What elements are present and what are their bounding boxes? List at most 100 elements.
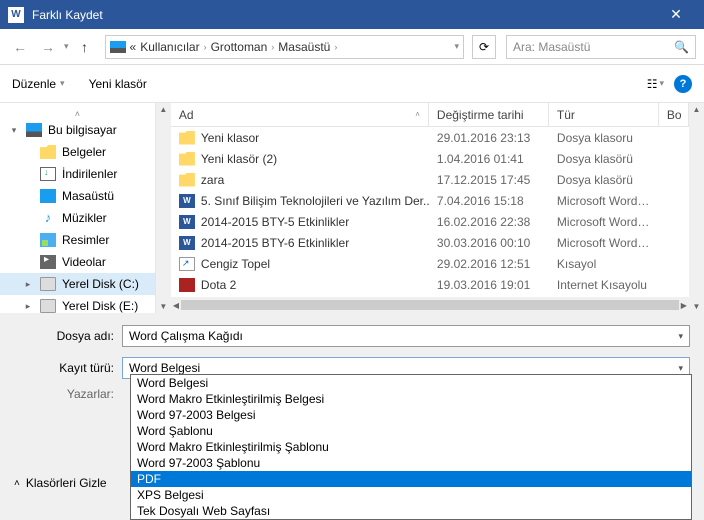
file-type: Internet Kısayolu xyxy=(549,278,659,292)
file-type: Microsoft Word B... xyxy=(549,236,659,250)
file-name: Yeni klasör (2) xyxy=(201,152,277,166)
column-header-date[interactable]: Değiştirme tarihi xyxy=(429,103,549,126)
file-date: 1.04.2016 01:41 xyxy=(429,152,549,166)
sidebar-item-label: Belgeler xyxy=(62,145,106,159)
word-icon: W xyxy=(179,215,195,229)
filetype-option[interactable]: Word 97-2003 Belgesi xyxy=(131,407,691,423)
main-content: ˄ ▾ Bu bilgisayar Belgeler İndirilenler Ma… xyxy=(0,103,704,313)
sidebar-scrollbar[interactable]: ▲ ▼ xyxy=(156,103,171,313)
filetype-option[interactable]: Word Makro Etkinleştirilmiş Şablonu xyxy=(131,439,691,455)
list-view-icon: ☷ xyxy=(647,77,658,91)
expand-icon[interactable]: ▾ xyxy=(8,125,20,136)
file-name: 2014-2015 BTY-5 Etkinlikler xyxy=(201,215,349,229)
sidebar-item[interactable]: Resimler xyxy=(0,229,155,251)
refresh-button[interactable]: ⟳ xyxy=(472,35,496,59)
help-button[interactable]: ? xyxy=(674,75,692,93)
file-row[interactable]: zara17.12.2015 17:45Dosya klasörü xyxy=(171,169,689,190)
sidebar-root-pc[interactable]: ▾ Bu bilgisayar xyxy=(0,119,155,141)
file-type: Dosya klasörü xyxy=(549,173,659,187)
horizontal-scrollbar[interactable]: ◀ ▶ xyxy=(171,297,689,313)
address-bar[interactable]: « Kullanıcılar › Grottoman › Masaüstü › … xyxy=(105,35,464,59)
chevron-down-icon[interactable]: ▾ xyxy=(678,331,683,342)
nav-history-dropdown[interactable]: ▾ xyxy=(64,41,69,52)
chevron-right-icon: › xyxy=(204,42,207,52)
sidebar-item[interactable]: ▸Yerel Disk (C:) xyxy=(0,273,155,295)
forward-button[interactable]: → xyxy=(36,35,60,59)
file-row[interactable]: Cengiz Topel 29.02.2016 12:51Kısayol xyxy=(171,253,689,274)
scroll-up-icon[interactable]: ˄ xyxy=(0,109,155,119)
sidebar-item-label: İndirilenler xyxy=(62,167,117,181)
column-headers: Ad˄ Değiştirme tarihi Tür Bo xyxy=(171,103,689,127)
organize-menu[interactable]: Düzenle ▾ xyxy=(12,77,65,91)
back-button[interactable]: ← xyxy=(8,35,32,59)
chevron-down-icon: ▾ xyxy=(659,78,664,89)
sidebar-item[interactable]: Belgeler xyxy=(0,141,155,163)
sidebar-item[interactable]: İndirilenler xyxy=(0,163,155,185)
scrollbar-thumb[interactable] xyxy=(181,300,679,310)
filetype-option[interactable]: PDF xyxy=(131,471,691,487)
filelist-scrollbar[interactable]: ▲ ▼ xyxy=(689,103,704,313)
address-dropdown[interactable]: ▾ xyxy=(454,41,459,52)
sidebar-item[interactable]: Videolar xyxy=(0,251,155,273)
chevron-right-icon: › xyxy=(271,42,274,52)
sidebar-item[interactable]: ♪Müzikler xyxy=(0,207,155,229)
filetype-label: Kayıt türü: xyxy=(14,361,122,375)
file-type: Kısayol xyxy=(549,257,659,271)
breadcrumb[interactable]: Grottoman xyxy=(211,40,268,54)
file-row[interactable]: Yeni klasor29.01.2016 23:13Dosya klasoru xyxy=(171,127,689,148)
scroll-down-icon[interactable]: ▼ xyxy=(693,302,701,311)
file-name: Yeni klasor xyxy=(201,131,259,145)
scroll-up-icon[interactable]: ▲ xyxy=(159,105,167,114)
expand-icon[interactable]: ▸ xyxy=(22,301,34,312)
desk-icon xyxy=(40,189,56,203)
link-icon xyxy=(179,257,195,271)
scroll-down-icon[interactable]: ▼ xyxy=(159,302,167,311)
file-row[interactable]: W2014-2015 BTY-5 Etkinlikler16.02.2016 2… xyxy=(171,211,689,232)
file-row[interactable]: Dota 219.03.2016 19:01Internet Kısayolu xyxy=(171,274,689,295)
new-folder-button[interactable]: Yeni klasör xyxy=(89,77,147,91)
sidebar-item-label: Müzikler xyxy=(62,211,107,225)
hide-folders-button[interactable]: ˄ Klasörleri Gizle xyxy=(14,476,107,490)
filetype-option[interactable]: Tek Dosyalı Web Sayfası xyxy=(131,503,691,519)
file-type: Microsoft Word B... xyxy=(549,215,659,229)
filetype-option[interactable]: Word Şablonu xyxy=(131,423,691,439)
file-date: 7.04.2016 15:18 xyxy=(429,194,549,208)
scroll-left-icon[interactable]: ◀ xyxy=(173,301,179,310)
authors-label: Yazarlar: xyxy=(14,387,122,401)
sidebar-item-label: Yerel Disk (E:) xyxy=(62,299,138,313)
file-list: Ad˄ Değiştirme tarihi Tür Bo Yeni klasor… xyxy=(171,103,689,313)
expand-icon[interactable]: ▸ xyxy=(22,279,34,290)
chevron-right-icon: › xyxy=(334,42,337,52)
file-date: 19.03.2016 19:01 xyxy=(429,278,549,292)
sidebar-item[interactable]: Masaüstü xyxy=(0,185,155,207)
up-button[interactable]: ↑ xyxy=(73,35,97,59)
filename-input[interactable]: Word Çalışma Kağıdı ▾ xyxy=(122,325,690,347)
view-mode-button[interactable]: ☷ ▾ xyxy=(647,77,664,91)
filename-label: Dosya adı: xyxy=(14,329,122,343)
column-header-name[interactable]: Ad˄ xyxy=(171,103,429,126)
file-row[interactable]: Yeni klasör (2) 1.04.2016 01:41Dosya klas… xyxy=(171,148,689,169)
file-name: Cengiz Topel xyxy=(201,257,270,271)
filetype-option[interactable]: XPS Belgesi xyxy=(131,487,691,503)
file-type: Dosya klasörü xyxy=(549,152,659,166)
chevron-down-icon[interactable]: ▾ xyxy=(678,363,683,374)
breadcrumb[interactable]: Masaüstü xyxy=(278,40,330,54)
file-name: 5. Sınıf Bilişim Teknolojileri ve Yazılı… xyxy=(201,194,429,208)
close-button[interactable]: ✕ xyxy=(656,0,696,29)
breadcrumb[interactable]: Kullanıcılar xyxy=(140,40,199,54)
breadcrumb-prefix: « xyxy=(130,40,137,54)
column-header-size[interactable]: Bo xyxy=(659,103,689,126)
column-header-type[interactable]: Tür xyxy=(549,103,659,126)
file-date: 29.02.2016 12:51 xyxy=(429,257,549,271)
scroll-right-icon[interactable]: ▶ xyxy=(681,301,687,310)
file-row[interactable]: W5. Sınıf Bilişim Teknolojileri ve Yazıl… xyxy=(171,190,689,211)
file-type: Dosya klasoru xyxy=(549,131,659,145)
search-input[interactable]: Ara: Masaüstü 🔍 xyxy=(506,35,696,59)
file-row[interactable]: W2014-2015 BTY-6 Etkinlikler30.03.2016 0… xyxy=(171,232,689,253)
filetype-option[interactable]: Word Makro Etkinleştirilmiş Belgesi xyxy=(131,391,691,407)
filetype-dropdown[interactable]: Word BelgesiWord Makro Etkinleştirilmiş … xyxy=(130,374,692,520)
scroll-up-icon[interactable]: ▲ xyxy=(693,105,701,114)
filetype-option[interactable]: Word 97-2003 Şablonu xyxy=(131,455,691,471)
sidebar-item[interactable]: ▸ Yerel Disk (E:) xyxy=(0,295,155,313)
filetype-option[interactable]: Word Belgesi xyxy=(131,375,691,391)
